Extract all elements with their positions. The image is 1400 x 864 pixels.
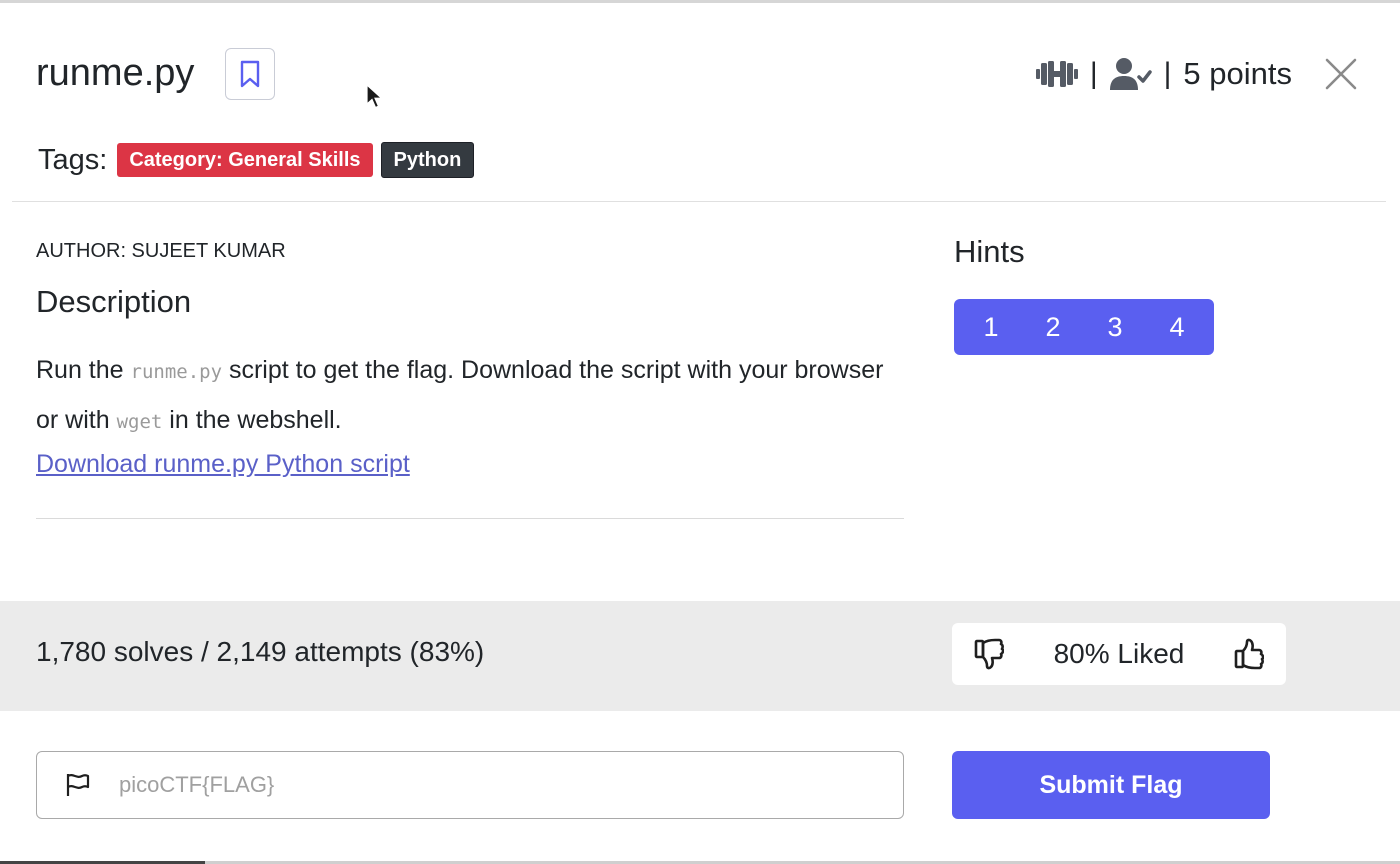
- tag-category[interactable]: Category: General Skills: [117, 143, 373, 177]
- bookmark-button[interactable]: [225, 48, 275, 100]
- user-check-icon: [1109, 58, 1152, 90]
- hint-button-4[interactable]: 4: [1151, 312, 1203, 343]
- code-wget: wget: [116, 411, 163, 433]
- dumbbell-icon: [1035, 61, 1078, 87]
- submit-flag-button[interactable]: Submit Flag: [952, 751, 1270, 819]
- hint-button-1[interactable]: 1: [965, 312, 1017, 343]
- header-divider: [12, 201, 1386, 202]
- author-line: AUTHOR: SUJEET KUMAR: [36, 240, 286, 262]
- mouse-cursor-icon: [366, 84, 384, 109]
- description-text: Run the runme.py script to get the flag.…: [36, 356, 884, 434]
- tags-label: Tags:: [38, 143, 108, 176]
- like-panel: 80% Liked: [952, 623, 1286, 685]
- flag-input[interactable]: [117, 771, 821, 799]
- download-script-link[interactable]: Download runme.py Python script: [36, 450, 410, 479]
- hint-button-3[interactable]: 3: [1089, 312, 1141, 343]
- dislike-button[interactable]: [974, 638, 1004, 670]
- hints-button-group: 1 2 3 4: [954, 299, 1214, 355]
- meta-separator: |: [1089, 57, 1098, 90]
- like-button[interactable]: [1234, 638, 1264, 670]
- tag-python[interactable]: Python: [380, 142, 475, 178]
- tags-row: Tags: Category: General Skills Python: [38, 142, 475, 178]
- challenge-title: runme.py: [36, 52, 195, 94]
- challenge-meta: | | 5 points: [1035, 52, 1292, 96]
- liked-percentage: 80% Liked: [1053, 638, 1185, 669]
- flag-input-field[interactable]: [36, 751, 904, 819]
- code-runme: runme.py: [130, 361, 223, 383]
- description-heading: Description: [36, 284, 192, 319]
- thumbs-down-icon: [974, 638, 1004, 670]
- hint-button-2[interactable]: 2: [1027, 312, 1079, 343]
- description-divider: [36, 518, 904, 519]
- hints-heading: Hints: [954, 234, 1025, 269]
- points-value: 5 points: [1183, 56, 1292, 91]
- bookmark-icon: [240, 60, 260, 88]
- window-top-border: [0, 0, 1400, 3]
- flag-icon: [66, 774, 90, 796]
- close-icon[interactable]: [1324, 57, 1358, 91]
- solves-stat: 1,780 solves / 2,149 attempts (83%): [36, 636, 485, 667]
- meta-separator: |: [1163, 57, 1172, 90]
- thumbs-up-icon: [1234, 638, 1264, 670]
